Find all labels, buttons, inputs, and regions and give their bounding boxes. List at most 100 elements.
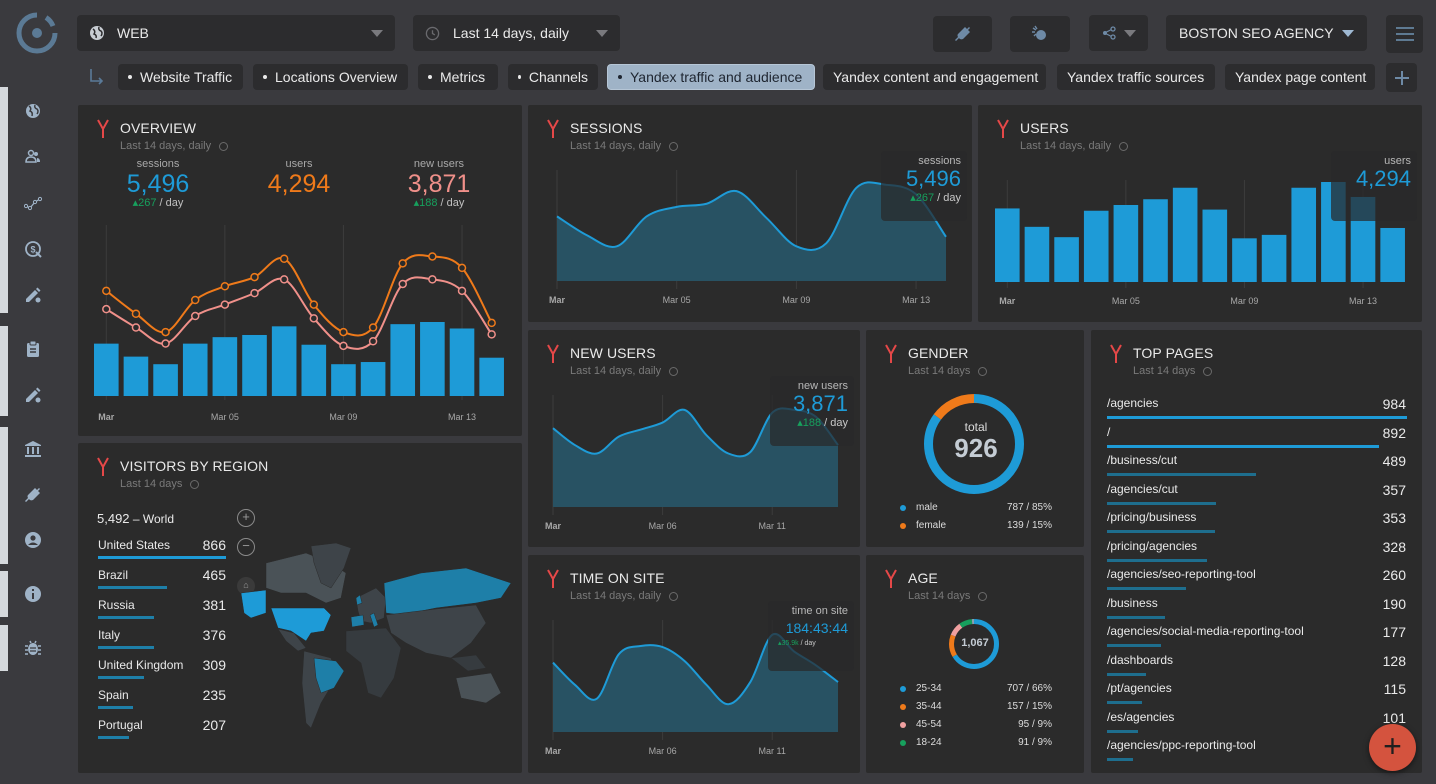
sessions-summary: sessions 5,496 ▴267 / day [881,151,967,221]
main-menu-button[interactable] [1386,15,1423,53]
delta-unit: / day [934,192,961,204]
country-row[interactable]: United Kingdom 309 [98,657,226,679]
integrations-button[interactable] [933,16,992,52]
users-icon[interactable] [24,148,42,166]
stat-value: 5,496 [126,170,190,198]
overview-panel: OVERVIEW Last 14 days, daily sessions 5,… [78,105,522,436]
stat-label: new users [413,158,465,170]
bank-icon[interactable] [24,440,42,458]
top-page-row[interactable]: /dashboards 128 [1107,653,1406,676]
analytics-icon[interactable] [24,194,42,212]
tab-yandex-content-and-engagement[interactable]: Yandex content and engagement [823,64,1046,90]
source-select[interactable]: WEB [77,15,395,51]
donut-center-value: 1,067 [961,637,989,649]
top-page-row[interactable]: /business/cut 489 [1107,453,1406,476]
add-widget-button[interactable]: + [1369,724,1416,771]
top-page-row[interactable]: /agencies/seo-reporting-tool 260 [1107,567,1406,590]
legend-dot [900,721,906,728]
clock-icon [190,479,200,489]
top-page-row[interactable]: /pricing/business 353 [1107,510,1406,533]
delta-unit: / day [821,417,848,429]
country-row[interactable]: Italy 376 [98,627,226,649]
data-point [428,252,437,261]
legend-count: 91 [1018,737,1030,748]
panel-title: TIME ON SITE [570,570,665,586]
tab-locations-overview[interactable]: Locations Overview [253,64,408,90]
bar [390,324,416,396]
top-pages-panel: TOP PAGES Last 14 days /agencies 984/892/… [1091,330,1422,773]
panel-subtitle: Last 14 days, daily [120,140,229,152]
top-page-row[interactable]: /es/agencies 101 [1107,709,1406,733]
legend-pct: 85% [1031,502,1052,513]
top-page-row[interactable]: /pricing/agencies 328 [1107,539,1406,562]
account-icon[interactable] [24,531,42,549]
tab-channels[interactable]: Channels [508,64,598,90]
add-tab-button[interactable] [1386,63,1417,92]
country-name: Spain [98,688,129,702]
x-tick-label: Mar 11 [759,521,786,531]
yandex-logo-icon [885,569,897,588]
x-tick-label: Mar 06 [649,746,677,756]
edit-pencil-icon[interactable] [24,286,42,304]
country-row[interactable]: Spain 235 [98,687,226,709]
tab-metrics[interactable]: Metrics [418,64,498,90]
x-tick-label: Mar 05 [211,412,239,422]
bar [1202,209,1228,282]
map-zoom-in-button[interactable]: + [237,509,255,527]
client-select[interactable]: BOSTON SEO AGENCY [1166,15,1367,51]
plug-icon [954,27,970,41]
top-page-row[interactable]: /agencies/cut 357 [1107,481,1406,505]
date-range-select[interactable]: Last 14 days, daily [413,15,620,51]
disconnect-button[interactable] [1010,16,1070,52]
legend-value: 157 / 15% [1006,701,1052,712]
country-row[interactable]: Russia 381 [98,597,226,619]
page-views-bar [1107,615,1165,619]
page-path: /agencies/cut [1107,481,1178,496]
country-row[interactable]: Brazil 465 [98,567,226,589]
world-total: 5,492 – World [97,511,175,526]
legend-count: 787 [1006,502,1024,513]
world-map[interactable] [236,543,516,743]
clipboard-icon[interactable] [24,340,42,358]
tab-yandex-page-content[interactable]: Yandex page content [1225,64,1375,90]
tab-website-traffic[interactable]: Website Traffic [118,64,243,90]
users-stat: users 4,294 [249,158,349,198]
top-page-row[interactable]: /agencies 984 [1107,396,1407,419]
money-target-icon[interactable]: $ [24,240,42,258]
top-page-row[interactable]: /agencies/ppc-reporting-tool [1107,738,1406,761]
tab-yandex-traffic-and-audience[interactable]: Yandex traffic and audience [607,64,815,90]
legend-item: 18-24 91 / 9% [900,737,1052,748]
bar [301,344,327,396]
stat-delta: ▴188 / day [413,197,465,209]
info-icon[interactable] [24,585,42,603]
x-tick-label: Mar 09 [1230,296,1258,306]
share-button[interactable] [1089,15,1148,51]
source-select-value: WEB [117,25,149,41]
sidebar-group-4 [0,571,8,617]
bar [123,356,149,396]
top-page-row[interactable]: /business 190 [1107,596,1406,619]
panel-title: AGE [908,570,938,586]
data-point [161,327,170,337]
map-alaska [240,589,267,619]
bar [1113,204,1139,282]
legend-dot [900,522,906,529]
plug-icon[interactable] [24,486,42,504]
top-page-row[interactable]: / 892 [1107,425,1406,448]
delta-unit: / day [798,640,816,647]
client-select-value: BOSTON SEO AGENCY [1179,25,1334,41]
top-page-row[interactable]: /pt/agencies 115 [1107,681,1406,704]
bug-icon[interactable] [24,639,42,657]
top-page-row[interactable]: /agencies/social-media-reporting-tool 177 [1107,624,1406,647]
data-point [457,286,467,296]
gender-panel: GENDER Last 14 days total 926 male 787 / … [866,330,1084,547]
tab-yandex-traffic-sources[interactable]: Yandex traffic sources [1057,64,1215,90]
country-row[interactable]: Portugal 207 [98,717,226,739]
page-views-bar [1107,444,1379,448]
country-row[interactable]: United States 866 [98,537,226,559]
page-path: /es/agencies [1107,709,1175,724]
stat-value: 3,871 [407,170,471,198]
app-logo[interactable] [16,12,58,54]
globe-icon[interactable] [24,102,42,120]
edit-pencil-icon[interactable] [24,386,42,404]
